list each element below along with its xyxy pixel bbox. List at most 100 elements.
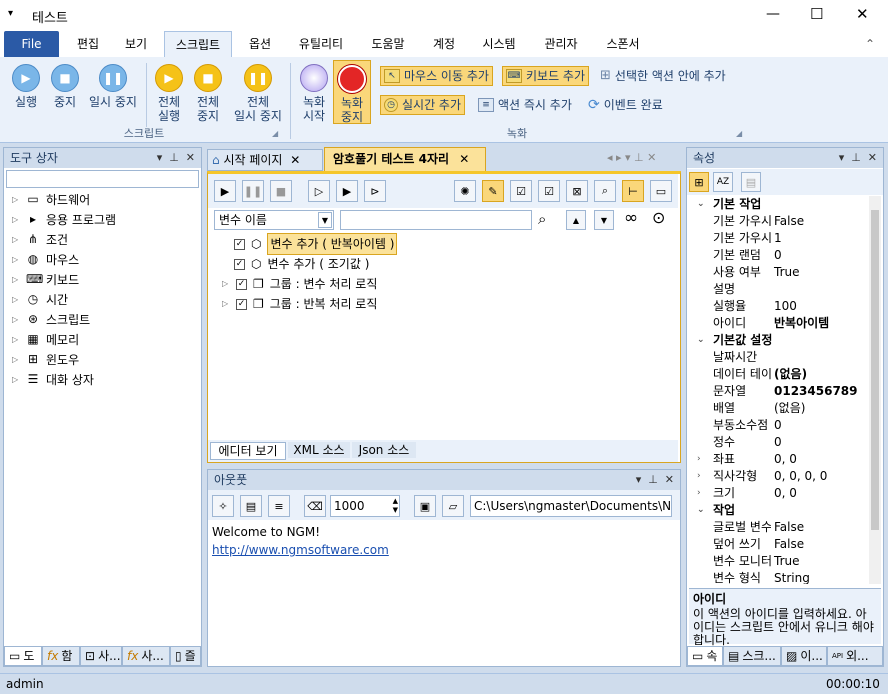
property-row[interactable]: 변수 형식 String xyxy=(689,570,867,584)
expand-icon[interactable]: ▷ xyxy=(12,370,20,390)
property-row[interactable]: 아이디 반복아이템 xyxy=(689,315,867,332)
step-into-icon[interactable]: ▶ xyxy=(336,180,358,202)
chevron-down-icon[interactable]: ▼ xyxy=(318,212,332,228)
tab-toolbox[interactable]: ▭ 도 xyxy=(4,646,42,666)
add-inside-action-button[interactable]: ⊞ 선택한 액션 안에 추가 xyxy=(600,66,726,86)
add-keyboard-button[interactable]: ⌨ 키보드 추가 xyxy=(502,66,590,86)
toolbox-item[interactable]: ▷ ▭ 하드웨어 xyxy=(12,190,90,210)
property-row[interactable]: 정수 0 xyxy=(689,434,867,451)
collapse-icon[interactable]: ⌄ xyxy=(697,502,705,519)
property-category[interactable]: ⌄ 기본값 설정 xyxy=(689,332,867,349)
property-value[interactable]: True xyxy=(774,264,800,281)
tab-editor-view[interactable]: 에디터 보기 xyxy=(210,442,286,460)
toolbox-item[interactable]: ▷ ▸ 응용 프로그램 xyxy=(12,210,116,230)
expand-icon[interactable]: › xyxy=(697,485,701,502)
check-icon[interactable]: ☑ xyxy=(538,180,560,202)
toolbox-item[interactable]: ▷ ⊛ 스크립트 xyxy=(12,310,90,330)
close-tab-icon[interactable]: ✕ xyxy=(459,152,469,166)
property-value[interactable]: (없음) xyxy=(774,366,807,383)
expand-icon[interactable]: ▷ xyxy=(12,230,20,250)
delete-icon[interactable]: ⊠ xyxy=(566,180,588,202)
minimize-button[interactable]: — xyxy=(766,6,780,22)
property-row[interactable]: › 좌표 0, 0 xyxy=(689,451,867,468)
expand-icon[interactable]: ▷ xyxy=(12,250,20,270)
pause-all-button[interactable]: ❚❚ 전체 일시 중지 xyxy=(228,64,288,123)
toolbox-item[interactable]: ▷ ◷ 시간 xyxy=(12,290,68,310)
tab-file[interactable]: File xyxy=(4,31,59,57)
property-value[interactable]: 0 xyxy=(774,434,782,451)
categorized-icon[interactable]: ⊞ xyxy=(689,172,709,192)
toolbox-item[interactable]: ▷ ◍ 마우스 xyxy=(12,250,79,270)
property-row[interactable]: 데이터 테이 (없음) xyxy=(689,366,867,383)
property-row[interactable]: 실행율 100 xyxy=(689,298,867,315)
property-category[interactable]: ⌄ 기본 작업 xyxy=(689,196,867,213)
save-icon[interactable]: ▣ xyxy=(414,495,436,517)
toolbox-item[interactable]: ▷ ▦ 메모리 xyxy=(12,330,79,350)
tab-xml-source[interactable]: XML 소스 xyxy=(288,442,350,458)
edit-icon[interactable]: ✎ xyxy=(482,180,504,202)
search-icon[interactable]: ⌕ xyxy=(538,210,546,228)
property-row[interactable]: 문자열 0123456789 xyxy=(689,383,867,400)
checkbox[interactable]: ✓ xyxy=(234,238,245,250)
property-value[interactable]: String xyxy=(774,570,810,584)
tree-view-icon[interactable]: ⊢ xyxy=(622,180,644,202)
expand-icon[interactable]: › xyxy=(697,451,701,468)
property-row[interactable]: 부동소수점 0 xyxy=(689,417,867,434)
tab-external[interactable]: API 외... xyxy=(827,646,883,666)
property-row[interactable]: 날짜시간 xyxy=(689,349,867,366)
property-value[interactable]: 반복아이템 xyxy=(774,315,829,332)
tab-functions[interactable]: fx 함 xyxy=(42,646,80,666)
add-mouse-move-button[interactable]: ↖ 마우스 이동 추가 xyxy=(380,66,493,86)
property-category[interactable]: ⌄ 작업 xyxy=(689,502,867,519)
ribbon-collapse-icon[interactable]: ⌃ xyxy=(860,31,880,57)
property-value[interactable]: False xyxy=(774,536,804,553)
tab-images[interactable]: ▨ 이... xyxy=(781,646,827,666)
expand-icon[interactable]: ▷ xyxy=(12,190,20,210)
property-scrollbar[interactable] xyxy=(869,196,881,584)
tab-favorites[interactable]: ▯ 즐 xyxy=(170,646,201,666)
checkbox[interactable]: ✓ xyxy=(236,278,247,290)
close-tab-icon[interactable]: ✕ xyxy=(290,153,300,167)
broom-icon[interactable]: ✧ xyxy=(212,495,234,517)
expand-icon[interactable]: ▷ xyxy=(12,350,20,370)
property-row[interactable]: 기본 가우시 1 xyxy=(689,230,867,247)
property-value[interactable]: 1 xyxy=(774,230,782,247)
folder-icon[interactable]: ▱ xyxy=(442,495,464,517)
property-value[interactable]: 0, 0, 0, 0 xyxy=(774,468,827,485)
property-row[interactable]: 기본 가우시 False xyxy=(689,213,867,230)
expand-icon[interactable]: ▷ xyxy=(12,270,20,290)
tab-system[interactable]: 시스템 xyxy=(472,31,526,57)
panel-controls[interactable]: ▾ ⊥ ✕ xyxy=(636,470,674,490)
property-value[interactable]: (없음) xyxy=(774,400,805,417)
toolbox-item[interactable]: ▷ ☰ 대화 상자 xyxy=(12,370,94,390)
tab-utility[interactable]: 유틸리티 xyxy=(290,31,352,57)
dialog-launcher-icon[interactable]: ◢ xyxy=(272,129,278,138)
close-button[interactable]: ✕ xyxy=(856,5,869,23)
tab-view[interactable]: 보기 xyxy=(114,31,158,57)
scrollbar-thumb[interactable] xyxy=(871,210,879,530)
lightbulb-icon[interactable]: ✺ xyxy=(454,180,476,202)
tab-sponsor[interactable]: 스폰서 xyxy=(596,31,650,57)
panel-controls[interactable]: ▾ ⊥ ✕ xyxy=(157,148,195,168)
stop-icon[interactable]: ■ xyxy=(270,180,292,202)
variable-search-input[interactable] xyxy=(340,210,532,230)
property-value[interactable]: False xyxy=(774,213,804,230)
tab-user-functions[interactable]: fx 사... xyxy=(122,646,170,666)
page-settings-icon[interactable]: ▤ xyxy=(240,495,262,517)
script-node[interactable]: ▷ ✓ ❐ 그룹 : 반복 처리 로직 xyxy=(222,294,377,314)
tab-json-source[interactable]: Json 소스 xyxy=(352,442,416,458)
more-icon[interactable]: ⊙ xyxy=(652,208,665,227)
property-row[interactable]: 글로벌 변수 False xyxy=(689,519,867,536)
search-icon[interactable]: ⌕ xyxy=(594,180,616,202)
stop-all-button[interactable]: ■ 전체 중지 xyxy=(189,64,227,123)
event-complete-button[interactable]: ⟳ 이벤트 완료 xyxy=(588,95,663,115)
list-icon[interactable]: ≡ xyxy=(268,495,290,517)
infinity-icon[interactable]: ∞ xyxy=(624,208,638,228)
add-realtime-button[interactable]: ◷ 실시간 추가 xyxy=(380,95,466,115)
run-all-button[interactable]: ▶ 전체 실행 xyxy=(150,64,188,123)
property-row[interactable]: › 직사각형 0, 0, 0, 0 xyxy=(689,468,867,485)
record-stop-button[interactable]: 녹화 중지 xyxy=(333,60,371,124)
max-lines-stepper[interactable]: 1000 ▲ ▼ xyxy=(330,495,400,517)
collapse-icon[interactable]: ⌄ xyxy=(697,196,705,213)
run-button[interactable]: ▶ 실행 xyxy=(6,64,46,109)
